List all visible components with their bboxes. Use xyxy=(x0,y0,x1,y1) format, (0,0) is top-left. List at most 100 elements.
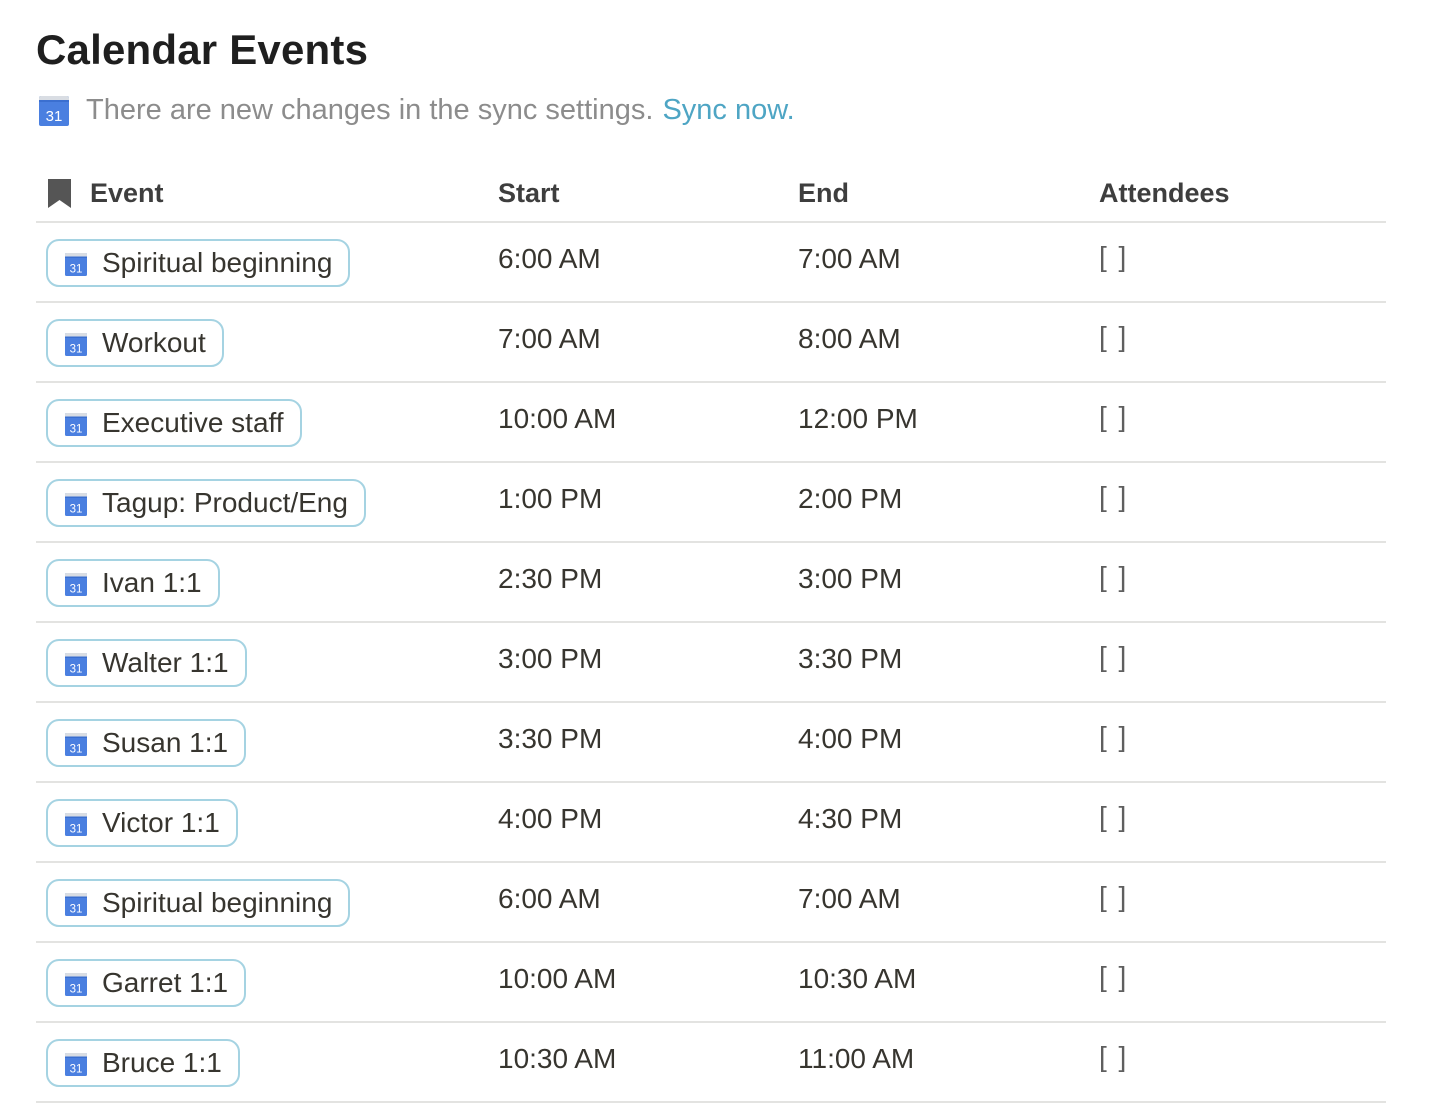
google-calendar-icon: 31 xyxy=(64,892,88,917)
svg-text:31: 31 xyxy=(70,983,83,995)
google-calendar-icon: 31 xyxy=(64,492,88,517)
end-time[interactable]: 7:00 AM xyxy=(798,883,901,915)
event-name: Spiritual beginning xyxy=(102,887,333,918)
end-time[interactable]: 2:00 PM xyxy=(798,483,902,515)
google-calendar-icon: 31 xyxy=(64,412,88,437)
column-header-event-label: Event xyxy=(90,178,164,208)
table-row[interactable]: 31 Executive staff 10:00 AM 12:00 PM [ ] xyxy=(36,383,1386,463)
event-chip[interactable]: 31 Walter 1:1 xyxy=(46,639,247,687)
column-header-start[interactable]: Start xyxy=(498,178,560,209)
svg-text:31: 31 xyxy=(70,263,83,275)
end-time[interactable]: 4:00 PM xyxy=(798,723,902,755)
svg-text:31: 31 xyxy=(46,108,63,125)
event-chip[interactable]: 31 Victor 1:1 xyxy=(46,799,238,847)
attendees-value[interactable]: [ ] xyxy=(1099,801,1128,833)
event-name: Walter 1:1 xyxy=(102,647,229,678)
event-chip[interactable]: 31 Workout xyxy=(46,319,224,367)
event-chip[interactable]: 31 Susan 1:1 xyxy=(46,719,247,767)
start-time[interactable]: 10:00 AM xyxy=(498,403,616,435)
table-body: 31 Spiritual beginning 6:00 AM 7:00 AM [… xyxy=(36,223,1386,1103)
end-time[interactable]: 10:30 AM xyxy=(798,963,916,995)
event-chip[interactable]: 31 Tagup: Product/Eng xyxy=(46,479,366,527)
event-name: Tagup: Product/Eng xyxy=(102,487,348,518)
attendees-value[interactable]: [ ] xyxy=(1099,241,1128,273)
table-row[interactable]: 31 Tagup: Product/Eng 1:00 PM 2:00 PM [ … xyxy=(36,463,1386,543)
page: Calendar Events 31 There are new changes… xyxy=(0,0,1450,1114)
google-calendar-icon: 31 xyxy=(64,732,88,757)
end-time[interactable]: 3:00 PM xyxy=(798,563,902,595)
end-time[interactable]: 7:00 AM xyxy=(798,243,901,275)
sync-now-link[interactable]: Sync now. xyxy=(662,94,794,127)
svg-text:31: 31 xyxy=(70,503,83,515)
svg-text:31: 31 xyxy=(70,583,83,595)
attendees-value[interactable]: [ ] xyxy=(1099,321,1128,353)
bookmark-icon xyxy=(47,178,72,209)
start-time[interactable]: 6:00 AM xyxy=(498,243,601,275)
table-row[interactable]: 31 Spiritual beginning 6:00 AM 7:00 AM [… xyxy=(36,223,1386,303)
column-header-attendees[interactable]: Attendees xyxy=(1099,178,1230,209)
start-time[interactable]: 7:00 AM xyxy=(498,323,601,355)
table-row[interactable]: 31 Victor 1:1 4:00 PM 4:30 PM [ ] xyxy=(36,783,1386,863)
table-row[interactable]: 31 Garret 1:1 10:00 AM 10:30 AM [ ] xyxy=(36,943,1386,1023)
start-time[interactable]: 10:30 AM xyxy=(498,1043,616,1075)
attendees-value[interactable]: [ ] xyxy=(1099,1041,1128,1073)
end-time[interactable]: 3:30 PM xyxy=(798,643,902,675)
event-chip[interactable]: 31 Spiritual beginning xyxy=(46,239,351,287)
end-time[interactable]: 12:00 PM xyxy=(798,403,918,435)
google-calendar-icon: 31 xyxy=(64,812,88,837)
event-name: Bruce 1:1 xyxy=(102,1047,222,1078)
event-name: Workout xyxy=(102,327,206,358)
event-name: Susan 1:1 xyxy=(102,727,229,758)
event-name: Ivan 1:1 xyxy=(102,567,202,598)
attendees-value[interactable]: [ ] xyxy=(1099,481,1128,513)
google-calendar-icon: 31 xyxy=(38,94,70,127)
table-row[interactable]: 31 Spiritual beginning 6:00 AM 7:00 AM [… xyxy=(36,863,1386,943)
event-name: Victor 1:1 xyxy=(102,807,220,838)
svg-text:31: 31 xyxy=(70,663,83,675)
attendees-value[interactable]: [ ] xyxy=(1099,561,1128,593)
attendees-value[interactable]: [ ] xyxy=(1099,401,1128,433)
svg-text:31: 31 xyxy=(70,1063,83,1075)
event-name: Spiritual beginning xyxy=(102,247,333,278)
google-calendar-icon: 31 xyxy=(64,572,88,597)
start-time[interactable]: 2:30 PM xyxy=(498,563,602,595)
table-row[interactable]: 31 Walter 1:1 3:00 PM 3:30 PM [ ] xyxy=(36,623,1386,703)
start-time[interactable]: 10:00 AM xyxy=(498,963,616,995)
sync-message: There are new changes in the sync settin… xyxy=(86,94,654,126)
sync-notice: 31 There are new changes in the sync set… xyxy=(38,94,795,127)
google-calendar-icon: 31 xyxy=(64,252,88,277)
table-row[interactable]: 31 Workout 7:00 AM 8:00 AM [ ] xyxy=(36,303,1386,383)
event-name: Executive staff xyxy=(102,407,284,438)
event-chip[interactable]: 31 Executive staff xyxy=(46,399,302,447)
google-calendar-icon: 31 xyxy=(64,1052,88,1077)
end-time[interactable]: 11:00 AM xyxy=(798,1043,914,1075)
event-chip[interactable]: 31 Garret 1:1 xyxy=(46,959,247,1007)
svg-text:31: 31 xyxy=(70,343,83,355)
column-header-event[interactable]: Event xyxy=(36,178,164,209)
table-row[interactable]: 31 Ivan 1:1 2:30 PM 3:00 PM [ ] xyxy=(36,543,1386,623)
event-chip[interactable]: 31 Bruce 1:1 xyxy=(46,1039,240,1087)
attendees-value[interactable]: [ ] xyxy=(1099,961,1128,993)
attendees-value[interactable]: [ ] xyxy=(1099,641,1128,673)
start-time[interactable]: 4:00 PM xyxy=(498,803,602,835)
event-chip[interactable]: 31 Ivan 1:1 xyxy=(46,559,220,607)
google-calendar-icon: 31 xyxy=(64,652,88,677)
start-time[interactable]: 3:00 PM xyxy=(498,643,602,675)
events-table: Event Start End Attendees 31 Spiritual b… xyxy=(36,168,1386,1103)
column-header-end[interactable]: End xyxy=(798,178,849,209)
table-header: Event Start End Attendees xyxy=(36,168,1386,223)
table-row[interactable]: 31 Bruce 1:1 10:30 AM 11:00 AM [ ] xyxy=(36,1023,1386,1103)
table-row[interactable]: 31 Susan 1:1 3:30 PM 4:00 PM [ ] xyxy=(36,703,1386,783)
event-chip[interactable]: 31 Spiritual beginning xyxy=(46,879,351,927)
attendees-value[interactable]: [ ] xyxy=(1099,721,1128,753)
end-time[interactable]: 8:00 AM xyxy=(798,323,901,355)
start-time[interactable]: 1:00 PM xyxy=(498,483,602,515)
end-time[interactable]: 4:30 PM xyxy=(798,803,902,835)
attendees-value[interactable]: [ ] xyxy=(1099,881,1128,913)
start-time[interactable]: 3:30 PM xyxy=(498,723,602,755)
page-title: Calendar Events xyxy=(36,26,369,73)
svg-text:31: 31 xyxy=(70,423,83,435)
google-calendar-icon: 31 xyxy=(64,972,88,997)
event-name: Garret 1:1 xyxy=(102,967,229,998)
start-time[interactable]: 6:00 AM xyxy=(498,883,601,915)
